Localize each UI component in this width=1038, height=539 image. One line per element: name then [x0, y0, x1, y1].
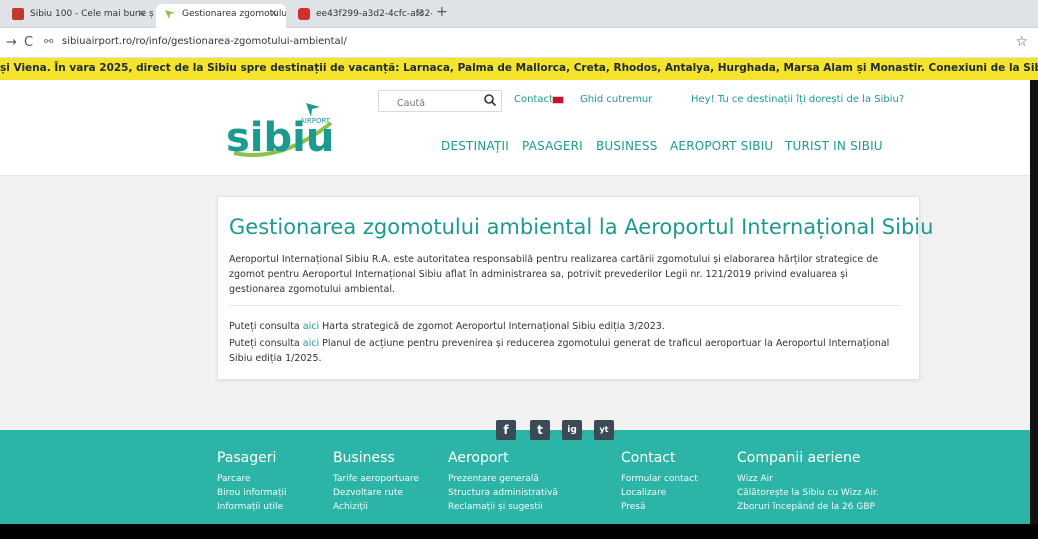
sibiu-airport-logo[interactable]: sibiu AIRPORT: [226, 93, 346, 165]
footer-link[interactable]: Reclamații și sugestii: [448, 500, 558, 514]
contact-link[interactable]: Contact: [514, 94, 553, 105]
uk-flag-icon[interactable]: [552, 96, 564, 104]
nav-aeroport-sibiu[interactable]: AEROPORT SIBIU: [670, 139, 773, 153]
new-tab-button[interactable]: +: [436, 4, 448, 20]
strategic-map-link[interactable]: aici: [303, 321, 319, 332]
footer-heading: Pasageri: [217, 450, 277, 466]
nav-turist-in-sibiu[interactable]: TURIST IN SIBIU: [785, 139, 883, 153]
article-card: Gestionarea zgomotului ambiental la Aero…: [217, 196, 933, 380]
search-icon[interactable]: [483, 93, 497, 107]
footer-col-aeroport: Aeroport Prezentare generală Structura a…: [448, 450, 558, 514]
nav-pasageri[interactable]: PASAGERI: [522, 139, 583, 153]
logo-small-text: AIRPORT: [300, 117, 331, 125]
ghid-cutremur-link[interactable]: Ghid cutremur: [580, 94, 652, 105]
footer-col-contact: Contact Formular contact Localizare Pres…: [621, 450, 698, 514]
footer-link[interactable]: Formular contact: [621, 472, 698, 486]
footer-link[interactable]: Zboruri începând de la 26 GBP: [737, 500, 879, 514]
tab-favicon-icon: [12, 8, 24, 20]
footer-link[interactable]: Localizare: [621, 486, 698, 500]
footer-link[interactable]: Wizz Air: [737, 472, 879, 486]
address-bar: → C ⚯ sibiuairport.ro/ro/info/gestionare…: [0, 28, 1038, 58]
strategic-map-paragraph: Puteți consulta aici Harta strategică de…: [229, 319, 901, 334]
tab-favicon-icon: [298, 8, 310, 20]
divider: [229, 305, 901, 306]
action-plan-link[interactable]: aici: [303, 338, 319, 349]
footer-link[interactable]: Presă: [621, 500, 698, 514]
footer-link[interactable]: Călătorește la Sibiu cu Wizz Air.: [737, 486, 879, 500]
footer-heading: Aeroport: [448, 450, 509, 466]
footer-link[interactable]: Birou informații: [217, 486, 286, 500]
browser-tab[interactable]: ee43f299-a3d2-4cfc-af32-b0937 ×: [290, 4, 432, 28]
logo-graphic: sibiu AIRPORT: [226, 103, 334, 161]
site-settings-icon[interactable]: ⚯: [44, 35, 53, 48]
footer-heading: Business: [333, 450, 395, 466]
browser-tab-bar: Sibiu 100 - Cele mai bune știri d × Gest…: [0, 0, 1038, 28]
footer-heading: Companii aeriene: [737, 450, 861, 466]
footer-link[interactable]: Achiziții: [333, 500, 419, 514]
footer-link[interactable]: Tarife aeroportuare: [333, 472, 419, 486]
paragraph-text: Planul de acțiune pentru prevenirea și r…: [229, 338, 890, 364]
footer-heading: Contact: [621, 450, 676, 466]
announcement-ticker: și Viena. În vara 2025, direct de la Sib…: [0, 58, 1038, 80]
footer-link[interactable]: Parcare: [217, 472, 286, 486]
footer-link[interactable]: Dezvoltare rute: [333, 486, 419, 500]
close-tab-icon[interactable]: ×: [270, 4, 278, 24]
footer-col-pasageri: Pasageri Parcare Birou informații Inform…: [217, 450, 286, 514]
youtube-icon[interactable]: yt: [594, 420, 614, 440]
browser-tab-active[interactable]: Gestionarea zgomotului ambie ×: [156, 4, 286, 28]
site-footer: f t ig yt Pasageri Parcare Birou informa…: [0, 420, 1038, 524]
paragraph-text: Puteți consulta: [229, 338, 303, 349]
bookmark-star-icon[interactable]: ☆: [1015, 34, 1028, 50]
bottom-black-bar: [0, 524, 1038, 539]
instagram-icon[interactable]: ig: [562, 420, 582, 440]
footer-link[interactable]: Informații utile: [217, 500, 286, 514]
footer-link[interactable]: Prezentare generală: [448, 472, 558, 486]
article-intro: Aeroportul Internațional Sibiu R.A. este…: [229, 254, 879, 295]
footer-link[interactable]: Structura administrativă: [448, 486, 558, 500]
twitter-icon[interactable]: t: [530, 420, 550, 440]
ticker-text: și Viena. În vara 2025, direct de la Sib…: [0, 62, 1038, 74]
footer-col-companii: Companii aeriene Wizz Air Călătorește la…: [737, 450, 879, 514]
destination-wish-link[interactable]: Hey! Tu ce destinații îți dorești de la …: [691, 94, 904, 105]
forward-icon[interactable]: →: [6, 35, 17, 50]
nav-business[interactable]: BUSINESS: [596, 139, 658, 153]
paragraph-text: Puteți consulta: [229, 321, 303, 332]
page-title: Gestionarea zgomotului ambiental la Aero…: [229, 215, 934, 239]
close-tab-icon[interactable]: ×: [138, 4, 146, 24]
nav-destinatii[interactable]: DESTINAȚII: [441, 139, 509, 153]
site-header: sibiu AIRPORT Contact Ghid cutremur Hey!…: [0, 80, 1038, 175]
tab-title: Sibiu 100 - Cele mai bune știri d: [30, 9, 154, 19]
footer-col-business: Business Tarife aeroportuare Dezvoltare …: [333, 450, 419, 514]
tab-title: ee43f299-a3d2-4cfc-af32-b0937: [316, 9, 432, 19]
close-tab-icon[interactable]: ×: [416, 4, 424, 24]
search-input[interactable]: [379, 93, 475, 114]
facebook-icon[interactable]: f: [496, 420, 516, 440]
paragraph-text: Harta strategică de zgomot Aeroportul In…: [319, 321, 665, 332]
browser-tab[interactable]: Sibiu 100 - Cele mai bune știri d ×: [4, 4, 154, 28]
search-box: [378, 90, 502, 114]
page-edge-bar: [1030, 80, 1038, 524]
action-plan-paragraph: Puteți consulta aici Planul de acțiune p…: [229, 336, 901, 366]
url-field[interactable]: sibiuairport.ro/ro/info/gestionarea-zgom…: [62, 36, 347, 47]
tab-favicon-icon: [164, 8, 176, 20]
reload-icon[interactable]: C: [24, 35, 33, 50]
